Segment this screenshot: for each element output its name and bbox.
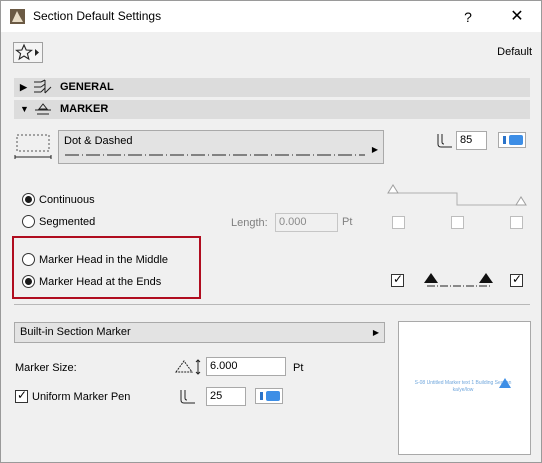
app-icon [10,9,25,24]
window-title: Section Default Settings [33,9,162,23]
help-button[interactable]: ? [456,6,480,28]
length-input[interactable]: 0.000 [275,213,338,232]
section-divider [14,304,530,305]
marker-size-icon [175,359,201,375]
pen-icon [437,134,452,148]
marker-preview-triangle-icon [499,378,511,388]
close-button[interactable]: ✕ [504,6,530,28]
line-type-dropdown[interactable]: Dot & Dashed ▶ [58,130,384,164]
segmented-radio-button[interactable] [22,215,35,228]
marker-ends-diagram [424,273,493,287]
continuous-radio[interactable]: Continuous [22,193,95,206]
section-marker[interactable]: ▼ MARKER [14,100,530,119]
marker-head-middle-radio-button[interactable] [22,253,35,266]
pen-icon [180,390,195,404]
marker-size-label: Marker Size: [15,362,77,374]
length-label: Length: [231,217,268,229]
star-icon [15,43,39,61]
marker-head-middle-label: Marker Head in the Middle [39,253,169,266]
marker-pen-color-swatch[interactable] [255,388,283,404]
marker-icon [35,103,51,115]
dropdown-arrow-icon: ▶ [371,145,378,154]
general-settings-icon [34,79,52,94]
expand-arrow-icon: ▶ [20,82,27,92]
marker-type-dropdown[interactable]: Built-in Section Marker ▶ [14,322,385,343]
continuous-radio-button[interactable] [22,193,35,206]
line-type-name: Dot & Dashed [64,135,133,147]
line-type-sample [65,154,365,156]
title-bar: Section Default Settings ? ✕ [1,1,541,32]
default-label: Default [497,46,532,58]
pen-color-fill [509,135,523,145]
favorites-button[interactable] [13,42,43,63]
marker-right-end-checkbox[interactable] [510,272,523,287]
marker-size-input[interactable]: 6.000 [206,357,286,376]
marker-head-ends-radio[interactable]: Marker Head at the Ends [22,275,161,288]
section-general-label: GENERAL [60,81,114,93]
marker-preview: S-08 Untitled Marker text 1 Building Sec… [398,321,531,455]
section-general[interactable]: ▶ GENERAL [14,78,530,97]
dropdown-arrow-icon: ▶ [372,328,379,337]
uniform-marker-pen-checkbox[interactable] [15,388,28,403]
marker-left-end-checkbox[interactable] [391,272,404,287]
marker-head-highlight [12,236,201,299]
marker-type-name: Built-in Section Marker [20,326,131,338]
segment-middle-checkbox[interactable] [451,216,464,229]
line-pen-number-input[interactable]: 85 [456,131,487,150]
pen-color-fill [266,391,280,401]
section-marker-label: MARKER [60,103,109,115]
marker-head-ends-label: Marker Head at the Ends [39,275,162,288]
segment-diagram [387,184,527,206]
marker-size-unit: Pt [293,362,304,374]
marker-head-ends-radio-button[interactable] [22,275,35,288]
uniform-marker-pen-label: Uniform Marker Pen [32,391,131,403]
marker-head-middle-radio[interactable]: Marker Head in the Middle [22,253,168,266]
segmented-label: Segmented [39,215,96,228]
segment-end-checkbox[interactable] [510,216,523,229]
line-type-icon [14,134,52,159]
marker-pen-number-input[interactable]: 25 [206,387,246,406]
segment-start-checkbox[interactable] [392,216,405,229]
line-pen-color-swatch[interactable] [498,132,526,148]
segmented-radio[interactable]: Segmented [22,215,95,228]
continuous-label: Continuous [39,193,95,206]
length-unit: Pt [342,216,353,228]
collapse-arrow-icon: ▼ [20,104,29,114]
dialog-window: Section Default Settings ? ✕ Default ▶ G… [0,0,542,463]
